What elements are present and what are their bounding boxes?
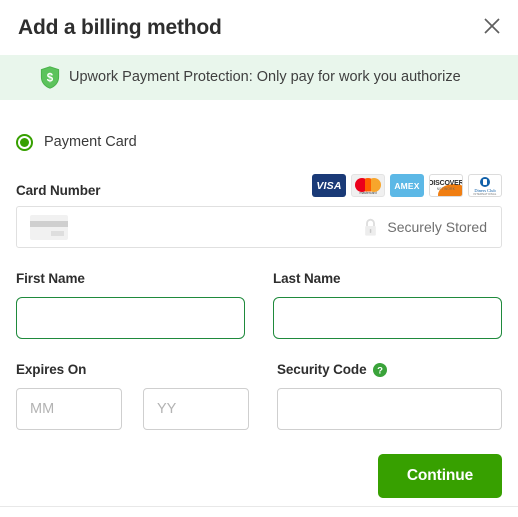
radio-payment-card[interactable] bbox=[16, 133, 33, 151]
expiry-month-input[interactable] bbox=[16, 388, 122, 430]
card-number-header: Card Number VISA mastercard AMEX DISCOVE… bbox=[16, 173, 502, 197]
securely-stored-text: Securely Stored bbox=[387, 219, 487, 235]
diners-club-logo-subtext: INTERNATIONAL bbox=[473, 193, 497, 196]
payment-method-option[interactable]: Payment Card bbox=[16, 127, 502, 157]
banner-text: Upwork Payment Protection: Only pay for … bbox=[69, 69, 461, 86]
close-icon bbox=[484, 18, 500, 34]
svg-text:$: $ bbox=[47, 72, 54, 84]
expires-on-field: Expires On bbox=[16, 361, 249, 430]
name-row: First Name Last Name bbox=[16, 270, 502, 339]
radio-payment-card-label[interactable]: Payment Card bbox=[44, 135, 137, 150]
modal-header: Add a billing method bbox=[0, 0, 518, 55]
securely-stored-indicator: Securely Stored bbox=[363, 218, 487, 237]
shield-dollar-icon: $ bbox=[40, 66, 60, 89]
amex-icon: AMEX bbox=[390, 174, 424, 197]
discover-icon: DISCOVER NETWORK bbox=[429, 174, 463, 197]
last-name-label-row: Last Name bbox=[273, 270, 502, 288]
payment-protection-banner: $ Upwork Payment Protection: Only pay fo… bbox=[0, 55, 518, 100]
accepted-card-logos: VISA mastercard AMEX DISCOVER NETWORK Di… bbox=[312, 174, 502, 197]
mastercard-logo-text: mastercard bbox=[359, 191, 377, 195]
expires-on-label: Expires On bbox=[16, 362, 87, 378]
first-name-label-row: First Name bbox=[16, 270, 245, 288]
modal-footer: Continue bbox=[0, 454, 518, 498]
amex-logo-text: AMEX bbox=[394, 180, 420, 191]
mastercard-icon: mastercard bbox=[351, 174, 385, 197]
discover-logo-text: DISCOVER bbox=[429, 180, 463, 187]
card-number-input[interactable]: Securely Stored bbox=[16, 206, 502, 248]
first-name-field: First Name bbox=[16, 270, 245, 339]
close-button[interactable] bbox=[479, 13, 505, 39]
credit-card-icon bbox=[30, 214, 68, 240]
credit-card-stripe bbox=[30, 220, 68, 227]
expiry-inputs bbox=[16, 379, 249, 430]
discover-logo-subtext: NETWORK bbox=[436, 187, 456, 191]
help-circle-icon[interactable]: ? bbox=[373, 363, 388, 377]
add-billing-method-modal: Add a billing method $ Upwork Payment Pr… bbox=[0, 0, 518, 517]
first-name-label: First Name bbox=[16, 271, 85, 287]
last-name-label: Last Name bbox=[273, 271, 341, 287]
svg-text:?: ? bbox=[378, 366, 384, 377]
last-name-input[interactable] bbox=[273, 297, 502, 339]
last-name-field: Last Name bbox=[273, 270, 502, 339]
expires-on-label-row: Expires On bbox=[16, 361, 249, 379]
diners-club-mark bbox=[480, 177, 490, 187]
mastercard-circles bbox=[355, 177, 381, 192]
lock-icon bbox=[365, 218, 377, 236]
page-title: Add a billing method bbox=[18, 16, 222, 39]
security-code-label-row: Security Code ? bbox=[277, 361, 502, 379]
security-code-field: Security Code ? bbox=[277, 361, 502, 430]
card-number-block: Card Number VISA mastercard AMEX DISCOVE… bbox=[16, 173, 502, 248]
diners-club-icon: Diners Club INTERNATIONAL bbox=[468, 174, 502, 197]
security-code-label: Security Code bbox=[277, 362, 367, 378]
visa-icon: VISA bbox=[312, 174, 346, 197]
visa-logo-text: VISA bbox=[316, 179, 342, 192]
continue-button[interactable]: Continue bbox=[378, 454, 502, 498]
bottom-divider bbox=[0, 506, 518, 507]
expiry-security-row: Expires On Security Code ? bbox=[16, 361, 502, 430]
card-number-label: Card Number bbox=[16, 182, 101, 198]
security-code-input[interactable] bbox=[277, 388, 502, 430]
modal-body: Payment Card Card Number VISA mastercard… bbox=[0, 127, 518, 430]
credit-card-chip bbox=[51, 230, 64, 236]
first-name-input[interactable] bbox=[16, 297, 245, 339]
expiry-year-input[interactable] bbox=[143, 388, 249, 430]
